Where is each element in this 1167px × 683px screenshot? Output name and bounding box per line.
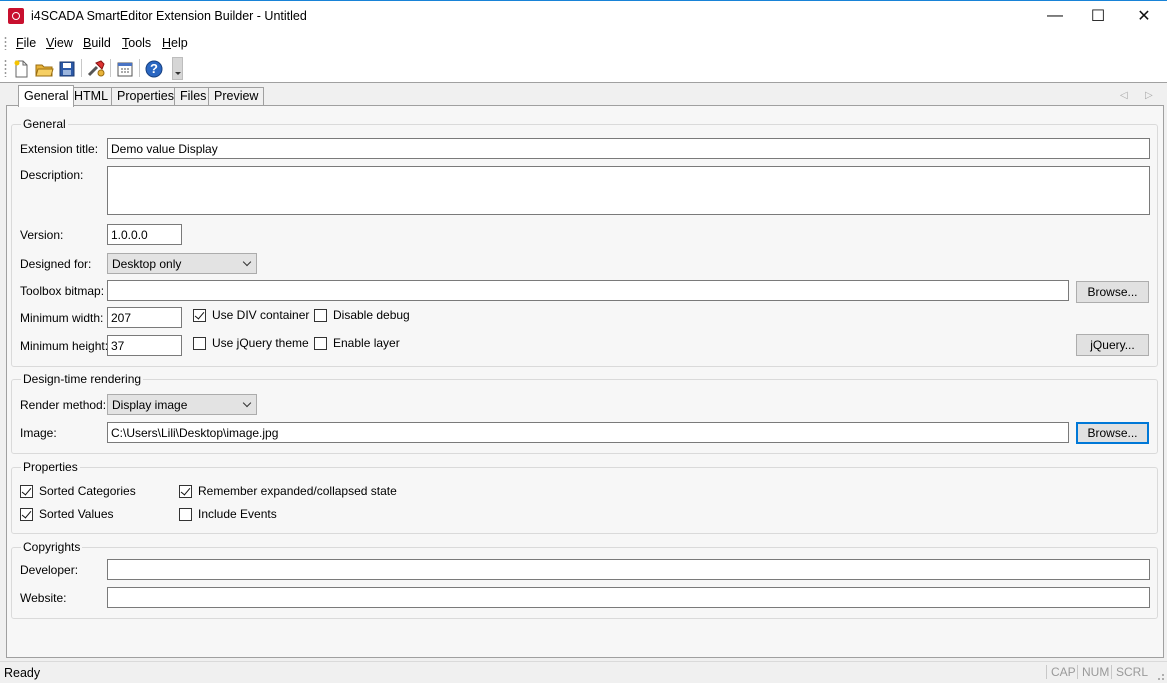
menu-file[interactable]: File <box>16 36 36 50</box>
image-browse-button[interactable]: Browse... <box>1076 422 1149 444</box>
chevron-down-icon <box>242 398 252 408</box>
tab-html[interactable]: HTML <box>68 87 115 106</box>
tab-preview[interactable]: Preview <box>208 87 265 106</box>
image-path-input[interactable] <box>107 422 1069 443</box>
design-time-group-legend: Design-time rendering <box>23 372 142 386</box>
description-label: Description: <box>20 168 84 182</box>
extension-title-input[interactable] <box>107 138 1150 159</box>
resize-grip-icon[interactable] <box>1155 671 1165 681</box>
save-icon[interactable] <box>56 58 78 80</box>
close-icon: ✕ <box>1137 8 1151 25</box>
remember-state-checkbox[interactable]: Remember expanded/collapsed state <box>179 483 397 499</box>
use-jquery-theme-checkbox[interactable]: Use jQuery theme <box>193 335 309 351</box>
website-input[interactable] <box>107 587 1150 608</box>
minimize-button[interactable]: — <box>1032 1 1078 31</box>
toolbar-grip <box>4 59 7 77</box>
render-method-label: Render method: <box>20 398 107 412</box>
tab-properties[interactable]: Properties <box>111 87 180 106</box>
checkbox-unchecked-icon <box>314 336 327 350</box>
maximize-icon: ☐ <box>1090 8 1106 25</box>
checkbox-checked-icon <box>193 308 206 322</box>
tab-scroll-left-icon[interactable]: ◁ <box>1120 90 1128 101</box>
jquery-button[interactable]: jQuery... <box>1076 334 1149 356</box>
toolbox-bitmap-input[interactable] <box>107 280 1069 301</box>
designed-for-label: Designed for: <box>20 257 92 271</box>
tab-files[interactable]: Files <box>174 87 213 106</box>
use-div-container-checkbox[interactable]: Use DIV container <box>193 307 309 323</box>
tab-strip: General HTML Properties Files Preview ◁ … <box>0 82 1167 107</box>
chevron-down-icon <box>242 257 252 267</box>
num-indicator: NUM <box>1077 665 1109 679</box>
scrl-indicator: SCRL <box>1111 665 1148 679</box>
calendar-icon[interactable] <box>114 58 136 80</box>
toolbox-browse-button[interactable]: Browse... <box>1076 281 1149 303</box>
properties-group-legend: Properties <box>23 460 78 474</box>
copyrights-group-legend: Copyrights <box>23 540 81 554</box>
general-group-legend: General <box>23 117 66 131</box>
designed-for-select[interactable]: Desktop only <box>107 253 257 274</box>
minimize-icon: — <box>1047 7 1063 24</box>
website-label: Website: <box>20 591 67 605</box>
version-label: Version: <box>20 228 64 242</box>
tab-general[interactable]: General <box>18 85 75 107</box>
render-method-select[interactable]: Display image <box>107 394 257 415</box>
general-tab-panel: General Extension title: Description: Ve… <box>6 105 1164 658</box>
disable-debug-checkbox[interactable]: Disable debug <box>314 307 410 323</box>
menu-tools[interactable]: Tools <box>122 36 151 50</box>
new-file-icon[interactable] <box>10 58 32 80</box>
image-label: Image: <box>20 426 57 440</box>
help-icon[interactable]: ? <box>143 58 165 80</box>
status-bar: Ready CAP NUM SCRL <box>0 661 1167 683</box>
extension-title-label: Extension title: <box>20 142 99 156</box>
sorted-values-checkbox[interactable]: Sorted Values <box>20 506 114 522</box>
window-title: i4SCADA SmartEditor Extension Builder - … <box>31 9 307 23</box>
developer-label: Developer: <box>20 563 79 577</box>
build-icon[interactable] <box>85 58 107 80</box>
enable-layer-checkbox[interactable]: Enable layer <box>314 335 400 351</box>
toolbar: ? <box>0 55 1167 82</box>
menu-view[interactable]: View <box>46 36 73 50</box>
title-bar: i4SCADA SmartEditor Extension Builder - … <box>0 0 1167 31</box>
include-events-checkbox[interactable]: Include Events <box>179 506 277 522</box>
toolbar-separator <box>110 59 111 77</box>
checkbox-checked-icon <box>20 507 33 521</box>
developer-input[interactable] <box>107 559 1150 580</box>
description-input[interactable] <box>107 166 1150 215</box>
menu-build[interactable]: Build <box>83 36 111 50</box>
min-width-input[interactable] <box>107 307 182 328</box>
checkbox-checked-icon <box>179 484 192 498</box>
menu-help[interactable]: Help <box>162 36 188 50</box>
checkbox-unchecked-icon <box>193 336 206 350</box>
min-height-label: Minimum height: <box>20 339 109 353</box>
version-input[interactable] <box>107 224 182 245</box>
status-text: Ready <box>4 666 41 680</box>
sorted-categories-checkbox[interactable]: Sorted Categories <box>20 483 136 499</box>
open-folder-icon[interactable] <box>33 58 55 80</box>
checkbox-unchecked-icon <box>314 308 327 322</box>
toolbar-overflow-button[interactable] <box>172 57 183 80</box>
tab-scroll-right-icon[interactable]: ▷ <box>1145 90 1153 101</box>
close-button[interactable]: ✕ <box>1121 1 1167 31</box>
checkbox-unchecked-icon <box>179 507 192 521</box>
toolbar-separator <box>81 59 82 77</box>
toolbox-bitmap-label: Toolbox bitmap: <box>20 284 105 298</box>
cap-indicator: CAP <box>1046 665 1076 679</box>
app-icon <box>8 8 24 24</box>
min-height-input[interactable] <box>107 335 182 356</box>
maximize-button[interactable]: ☐ <box>1075 1 1121 31</box>
menu-grip <box>4 36 7 50</box>
min-width-label: Minimum width: <box>20 311 104 325</box>
toolbar-separator <box>139 59 140 77</box>
checkbox-checked-icon <box>20 484 33 498</box>
menu-bar: File View Build Tools Help <box>0 31 1167 55</box>
